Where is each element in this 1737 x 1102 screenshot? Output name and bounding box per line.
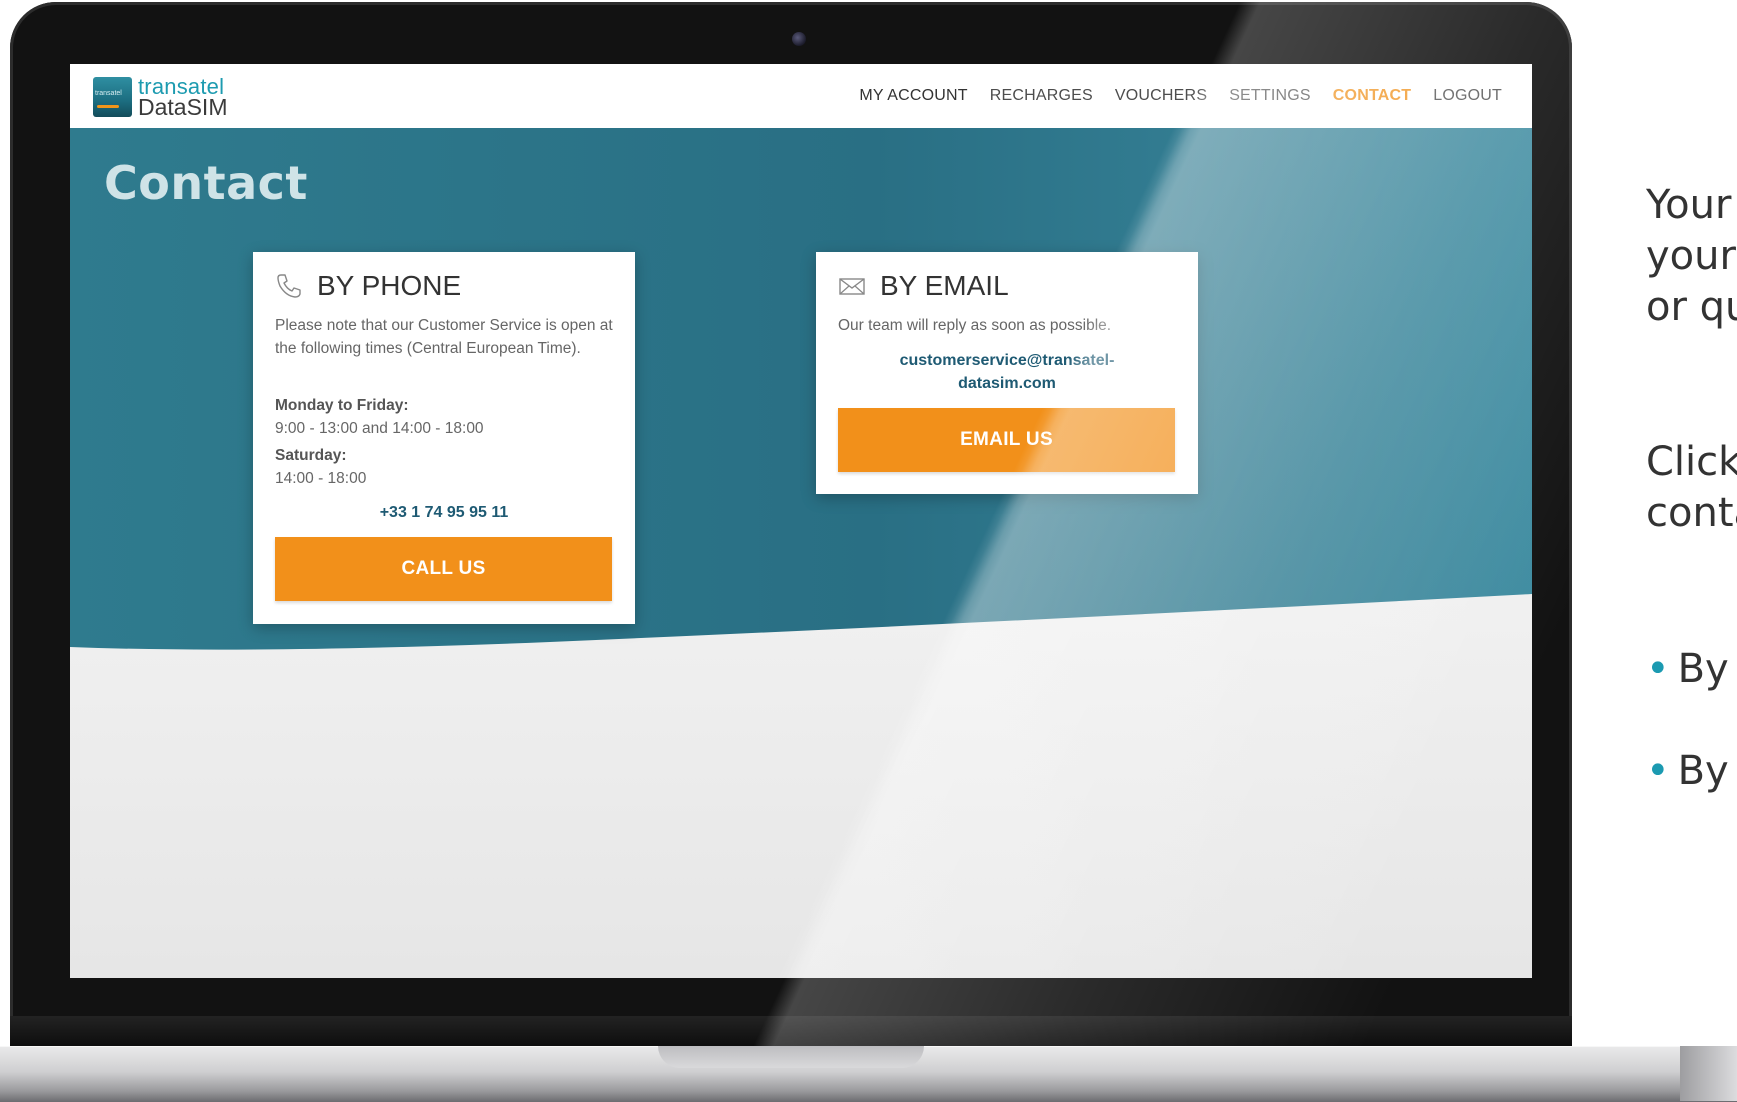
laptop-lid: transatel transatel DataSIM MY ACCOUNT R…	[10, 2, 1572, 1048]
logo-product-text: DataSIM	[138, 94, 228, 120]
screen: transatel transatel DataSIM MY ACCOUNT R…	[70, 64, 1532, 978]
side-text-line2: your	[1646, 233, 1736, 279]
email-card-intro: Our team will reply as soon as possible.	[838, 317, 1112, 334]
saturday-hours: 14:00 - 18:00	[275, 470, 367, 487]
side-bullet-2: •By e	[1646, 746, 1737, 797]
side-text-line5: conta	[1646, 490, 1737, 536]
phone-number-link[interactable]: +33 1 74 95 95 11	[253, 501, 635, 525]
laptop-base-notch	[658, 1046, 924, 1068]
logo-icon: transatel	[93, 77, 132, 117]
laptop-base-edge	[1680, 1046, 1737, 1101]
email-address-link-line1[interactable]: customerservice@transatel-	[816, 349, 1198, 373]
side-text-line4: Click	[1646, 439, 1737, 485]
side-text-line1: Your	[1646, 182, 1732, 228]
page-title: Contact	[104, 156, 308, 210]
main-nav: MY ACCOUNT RECHARGES VOUCHERS SETTINGS C…	[837, 64, 1502, 128]
transatel-datasim-logo[interactable]: transatel transatel DataSIM	[93, 75, 227, 119]
phone-icon	[277, 274, 301, 298]
weekday-label: Monday to Friday:	[275, 397, 409, 414]
top-navbar: transatel transatel DataSIM MY ACCOUNT R…	[70, 64, 1532, 128]
side-bullet-1-text: By p	[1677, 646, 1737, 692]
email-card-heading: BY EMAIL	[880, 270, 1009, 301]
nav-settings[interactable]: SETTINGS	[1229, 87, 1311, 105]
bullet-dot-icon: •	[1646, 748, 1670, 794]
email-address-link-line2[interactable]: datasim.com	[816, 372, 1198, 396]
call-us-button[interactable]: CALL US	[275, 537, 612, 601]
nav-vouchers[interactable]: VOUCHERS	[1115, 87, 1207, 105]
phone-card-intro: Please note that our Customer Service is…	[275, 317, 613, 357]
email-contact-card: BY EMAIL Our team will reply as soon as …	[816, 252, 1198, 494]
logo-badge-text: transatel	[95, 90, 122, 97]
nav-recharges[interactable]: RECHARGES	[990, 87, 1093, 105]
nav-contact[interactable]: CONTACT	[1333, 87, 1411, 105]
nav-my-account[interactable]: MY ACCOUNT	[859, 87, 967, 105]
side-bullet-1: •By p	[1646, 644, 1737, 695]
side-bullet-2-text: By e	[1677, 748, 1737, 794]
camera-icon	[792, 32, 806, 46]
lid-bottom-bezel	[10, 1016, 1572, 1048]
nav-logout[interactable]: LOGOUT	[1433, 87, 1502, 105]
saturday-label: Saturday:	[275, 447, 347, 464]
weekday-hours: 9:00 - 13:00 and 14:00 - 18:00	[275, 420, 484, 437]
side-text-line3: or qu	[1646, 284, 1737, 330]
phone-contact-card: BY PHONE Please note that our Customer S…	[253, 252, 635, 624]
envelope-icon	[839, 278, 865, 295]
bullet-dot-icon: •	[1646, 646, 1670, 692]
email-us-button[interactable]: EMAIL US	[838, 408, 1175, 472]
phone-card-heading: BY PHONE	[317, 270, 462, 301]
